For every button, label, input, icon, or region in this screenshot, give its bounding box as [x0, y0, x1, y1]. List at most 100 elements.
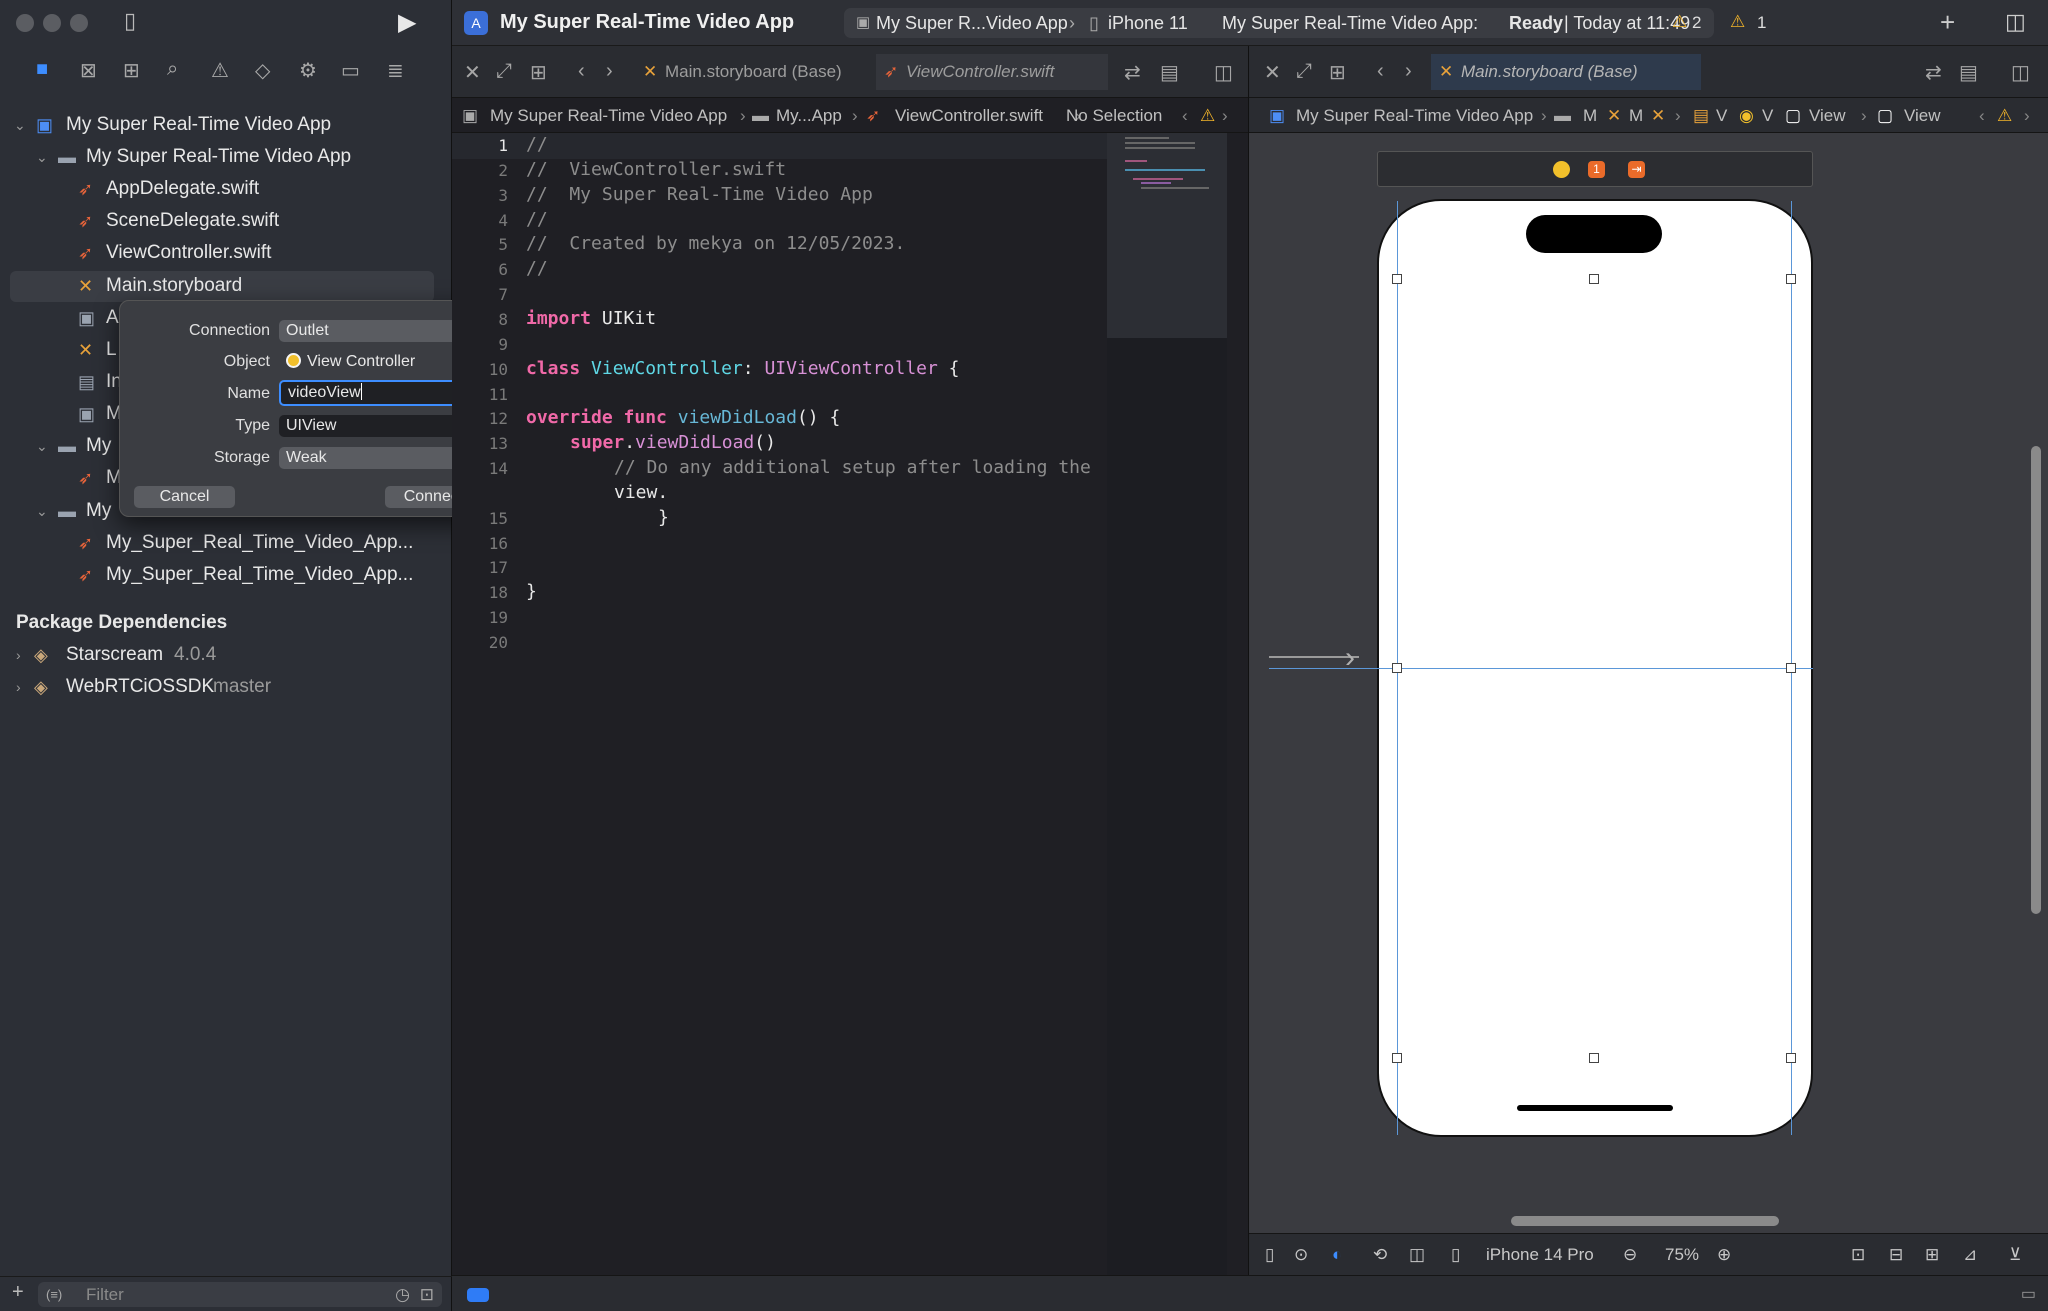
- warning-icon[interactable]: ⚠: [1997, 98, 2012, 133]
- expand-editor-icon[interactable]: ⤢: [496, 60, 512, 83]
- code-line[interactable]: //: [526, 258, 548, 279]
- zoom-out-icon[interactable]: ⊖: [1623, 1234, 1637, 1276]
- resize-handle[interactable]: [1392, 1053, 1402, 1063]
- vertical-scrollbar[interactable]: [2031, 446, 2041, 914]
- code-line[interactable]: }: [526, 581, 537, 602]
- sidebar-toggle-icon[interactable]: ▯: [124, 8, 136, 34]
- code-line[interactable]: view.: [614, 482, 668, 503]
- breakpoint-navigator-icon[interactable]: ▭: [341, 58, 360, 83]
- zoom-in-icon[interactable]: ⊕: [1717, 1234, 1731, 1276]
- cancel-button[interactable]: Cancel: [134, 486, 235, 508]
- issue-icon[interactable]: ⚠: [1730, 12, 1745, 32]
- breadcrumb-controller[interactable]: V: [1762, 98, 1773, 133]
- code-line[interactable]: // ViewController.swift: [526, 159, 786, 180]
- scheme-selector[interactable]: My Super R...Video App: [876, 8, 1068, 38]
- horizontal-scrollbar[interactable]: [1511, 1216, 1779, 1226]
- view-controller-dock-icon[interactable]: [1553, 161, 1570, 178]
- appearance-icon[interactable]: ◐: [1332, 1234, 1342, 1276]
- switch-editor-icon[interactable]: ⇄: [1925, 60, 1942, 85]
- previous-issue-icon[interactable]: ‹: [1979, 98, 1985, 133]
- code-line[interactable]: // My Super Real-Time Video App: [526, 184, 873, 205]
- code-line[interactable]: // Created by mekya on 12/05/2023.: [526, 233, 905, 254]
- code-line[interactable]: import UIKit: [526, 308, 656, 329]
- run-play-icon[interactable]: ▶: [398, 8, 416, 37]
- warning-icon[interactable]: ⚠: [1200, 98, 1215, 133]
- code-line[interactable]: }: [658, 507, 669, 528]
- first-responder-dock-icon[interactable]: 1: [1588, 161, 1605, 178]
- close-editor-icon[interactable]: ✕: [1264, 60, 1281, 85]
- breadcrumb-subview[interactable]: View: [1904, 98, 1941, 133]
- code-line[interactable]: override func viewDidLoad() {: [526, 407, 840, 428]
- related-items-icon[interactable]: ⊞: [1329, 60, 1346, 85]
- destination-selector[interactable]: iPhone 11: [1108, 8, 1188, 38]
- source-control-filter-icon[interactable]: ⊡: [420, 1282, 434, 1307]
- recent-files-icon[interactable]: ◷: [395, 1282, 410, 1307]
- close-editor-icon[interactable]: ✕: [464, 60, 481, 85]
- resize-handle[interactable]: [1392, 274, 1402, 284]
- filter-input[interactable]: (≡) Filter ◷ ⊡: [38, 1282, 442, 1307]
- inspector-toggle-icon[interactable]: ◫: [2005, 9, 2026, 35]
- warning-icon[interactable]: ⚠: [1672, 12, 1687, 32]
- split-editor-icon[interactable]: ◫: [2011, 60, 2030, 85]
- debug-area-toggle[interactable]: [467, 1288, 489, 1302]
- debug-navigator-icon[interactable]: ⚙: [299, 58, 317, 83]
- next-issue-icon[interactable]: ›: [2024, 98, 2030, 133]
- add-constraints-icon[interactable]: ⊞: [1925, 1234, 1939, 1276]
- resolve-layout-icon[interactable]: ⊿: [1963, 1234, 1977, 1276]
- close-window-button[interactable]: [16, 14, 34, 32]
- back-icon[interactable]: ‹: [578, 60, 585, 83]
- code-line[interactable]: //: [526, 209, 548, 230]
- forward-icon[interactable]: ›: [606, 60, 613, 83]
- split-editor-icon[interactable]: ◫: [1214, 60, 1233, 85]
- filter-options-icon[interactable]: (≡): [46, 1282, 62, 1307]
- storyboard-canvas[interactable]: 1 ⇥ ›: [1249, 133, 2048, 1233]
- breadcrumb-scene[interactable]: V: [1716, 98, 1727, 133]
- exit-dock-icon[interactable]: ⇥: [1628, 161, 1645, 178]
- add-icon[interactable]: +: [12, 1281, 24, 1304]
- debug-area-icon[interactable]: ▭: [2021, 1284, 2036, 1304]
- breadcrumb-group[interactable]: M: [1583, 98, 1597, 133]
- code-line[interactable]: super.viewDidLoad(): [570, 432, 776, 453]
- embed-in-icon[interactable]: ⊻: [2009, 1234, 2021, 1276]
- find-navigator-icon[interactable]: ⌕: [167, 58, 178, 81]
- switch-editor-icon[interactable]: ⇄: [1124, 60, 1141, 85]
- symbol-navigator-icon[interactable]: ⊞: [123, 58, 140, 83]
- add-library-icon[interactable]: +: [1940, 7, 1955, 38]
- code-line[interactable]: class ViewController: UIViewController {: [526, 358, 960, 379]
- resize-handle[interactable]: [1786, 1053, 1796, 1063]
- document-outline-icon[interactable]: ▯: [1265, 1234, 1274, 1276]
- editor-options-icon[interactable]: ▤: [1959, 60, 1978, 85]
- breadcrumb-selection[interactable]: No Selection: [1066, 98, 1162, 133]
- tab-main-storyboard[interactable]: ✕ Main.storyboard (Base): [635, 54, 875, 90]
- breadcrumb-file[interactable]: ViewController.swift: [895, 98, 1043, 133]
- related-items-icon[interactable]: ⊞: [530, 60, 547, 85]
- next-issue-icon[interactable]: ›: [1222, 98, 1228, 133]
- previous-issue-icon[interactable]: ‹: [1182, 98, 1188, 133]
- report-navigator-icon[interactable]: ≣: [387, 58, 404, 83]
- accessibility-icon[interactable]: ⊙: [1294, 1234, 1308, 1276]
- resize-handle[interactable]: [1589, 1053, 1599, 1063]
- resize-handle[interactable]: [1589, 274, 1599, 284]
- code-line[interactable]: // Do any additional setup after loading…: [614, 457, 1091, 478]
- align-icon[interactable]: ⊟: [1889, 1234, 1903, 1276]
- resize-handle[interactable]: [1786, 274, 1796, 284]
- forward-icon[interactable]: ›: [1405, 60, 1412, 83]
- breadcrumb-file[interactable]: M: [1629, 98, 1643, 133]
- tab-viewcontroller[interactable]: ➶ ViewController.swift: [876, 54, 1108, 90]
- source-control-icon[interactable]: ⊠: [80, 58, 97, 83]
- back-icon[interactable]: ‹: [1377, 60, 1384, 83]
- breadcrumb-project[interactable]: My Super Real-Time Video App: [1296, 98, 1533, 133]
- tab-main-storyboard[interactable]: ✕ Main.storyboard (Base): [1431, 54, 1701, 90]
- device-selector[interactable]: iPhone 14 Pro: [1486, 1234, 1594, 1276]
- orientation-icon[interactable]: ⟲: [1373, 1234, 1387, 1276]
- zoom-window-button[interactable]: [70, 14, 88, 32]
- test-navigator-icon[interactable]: ◇: [255, 58, 270, 83]
- minimap[interactable]: [1107, 133, 1227, 1275]
- minimize-window-button[interactable]: [43, 14, 61, 32]
- folder-navigator-icon[interactable]: ■: [36, 58, 48, 81]
- editor-options-icon[interactable]: ▤: [1160, 60, 1179, 85]
- breadcrumb-group[interactable]: My...App: [776, 98, 842, 133]
- resize-handle[interactable]: [1392, 663, 1402, 673]
- breadcrumb-project[interactable]: My Super Real-Time Video App: [490, 98, 727, 133]
- issue-navigator-icon[interactable]: ⚠: [211, 58, 229, 83]
